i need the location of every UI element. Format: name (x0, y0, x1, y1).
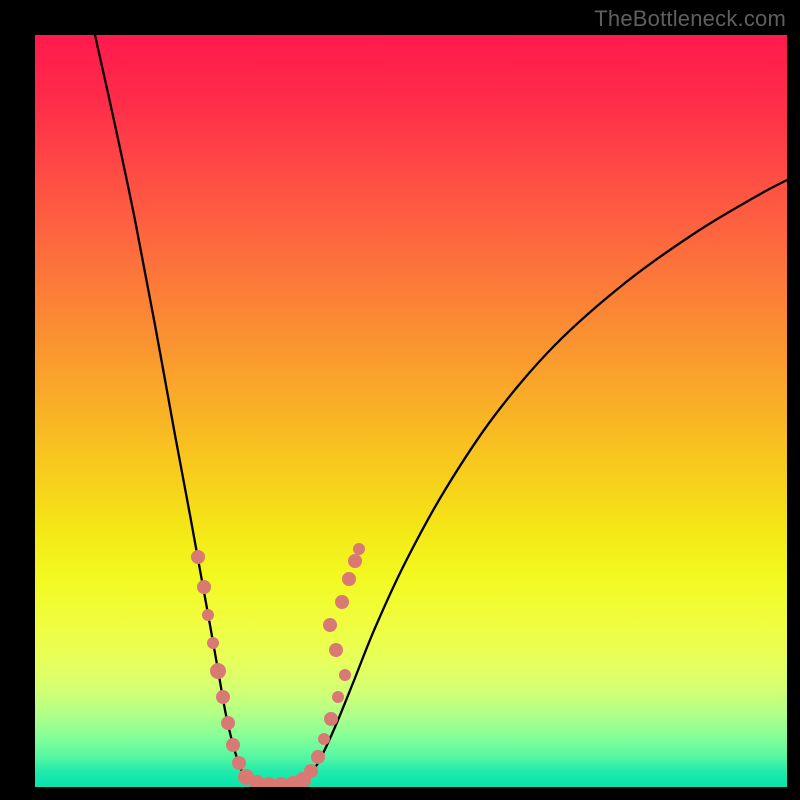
data-marker (197, 580, 211, 594)
bottleneck-curve (95, 35, 787, 786)
data-marker (226, 738, 240, 752)
data-marker (318, 733, 330, 745)
data-marker (335, 595, 349, 609)
data-marker (332, 691, 344, 703)
data-marker (329, 643, 343, 657)
data-marker (339, 669, 351, 681)
data-marker (348, 554, 362, 568)
chart-frame: TheBottleneck.com (0, 0, 800, 800)
data-marker (191, 550, 205, 564)
plot-area (35, 35, 787, 787)
data-marker (353, 543, 365, 555)
data-marker (342, 572, 356, 586)
watermark-text: TheBottleneck.com (594, 6, 786, 32)
data-marker (202, 609, 214, 621)
data-marker (221, 716, 235, 730)
data-marker (304, 764, 318, 778)
marker-cluster (191, 543, 365, 787)
data-marker (323, 618, 337, 632)
data-marker (324, 712, 338, 726)
data-marker (232, 756, 246, 770)
data-marker (216, 690, 230, 704)
data-marker (207, 637, 219, 649)
curve-svg (35, 35, 787, 787)
data-marker (311, 750, 325, 764)
data-marker (210, 663, 226, 679)
